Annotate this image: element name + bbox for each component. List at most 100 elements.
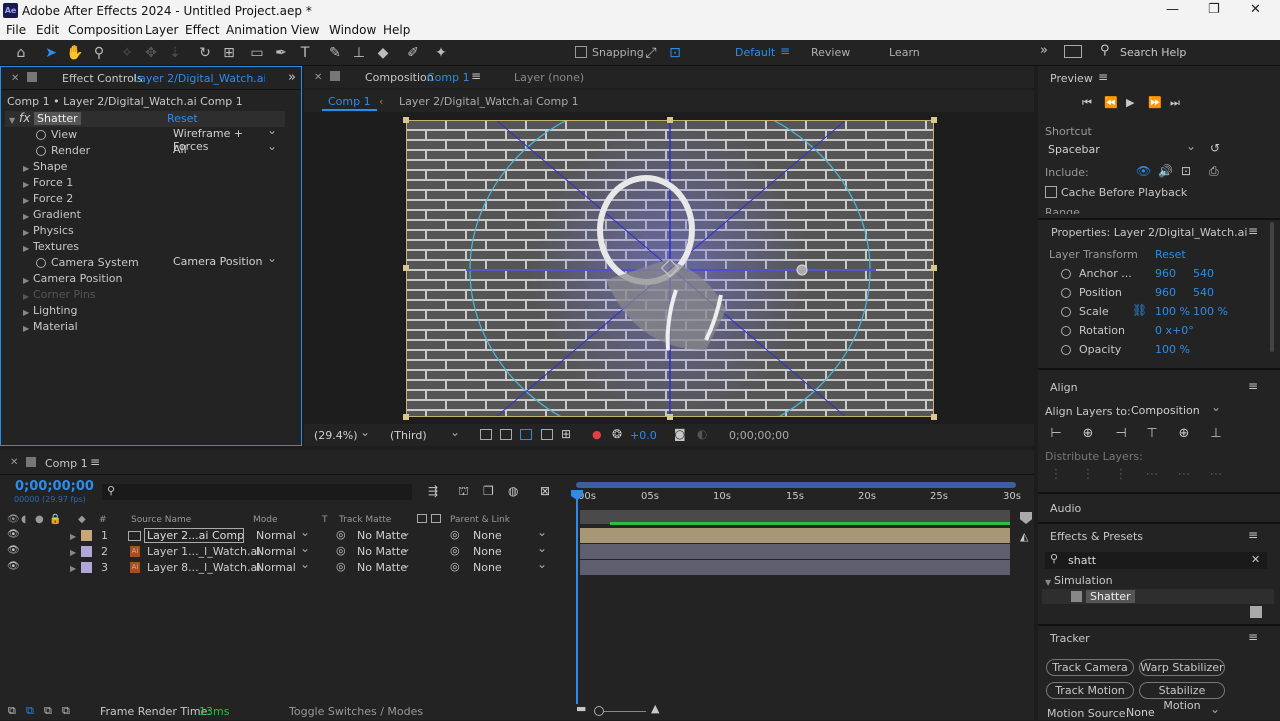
layer-bar[interactable] [580,560,1010,575]
expand-triangle-icon[interactable]: ▶ [23,180,29,189]
eraser-tool-icon[interactable]: ◆ [374,44,392,62]
distribute-vcenter-icon[interactable]: ⋯ [1177,468,1191,482]
zoom-slider-handle[interactable] [594,706,604,716]
panel-menu-icon[interactable]: ≡ [1248,528,1258,542]
stopwatch-icon[interactable] [1061,288,1071,298]
distribute-right-icon[interactable]: ⋮ [1114,468,1128,482]
time-ruler[interactable]: 00s 05s 10s 15s 20s 25s 30s [576,490,1021,508]
pan-camera-icon[interactable]: ✥ [142,44,160,62]
close-tab-icon[interactable]: ✕ [314,72,322,83]
composition-tab[interactable]: Composition [365,71,434,84]
workspace-menu-icon[interactable]: ≡ [780,44,790,58]
hand-tool-icon[interactable]: ✋ [66,44,84,62]
playhead[interactable] [576,494,578,704]
zoom-tool-icon[interactable]: ⚲ [90,44,108,62]
first-frame-icon[interactable]: ⏮ [1082,96,1092,110]
effect-controls-tab[interactable]: Effect Controls [62,72,143,85]
snapping-checkbox[interactable] [575,46,587,58]
opacity-value[interactable]: 100 % [1155,343,1190,356]
expand-triangle-icon[interactable]: ▶ [23,324,29,333]
align-right-icon[interactable]: ⊣ [1114,427,1128,441]
align-to-dropdown[interactable]: Composition [1131,400,1223,419]
close-tab-icon[interactable]: ✕ [10,457,18,468]
group-lighting[interactable]: Lighting [33,304,77,317]
fx-badge[interactable]: fx [19,111,30,125]
guides-icon[interactable] [541,429,553,440]
previous-frame-icon[interactable]: ⏪ [1104,96,1118,109]
table-row[interactable]: 👁 ▶ 2 Ai Layer 1..._l_Watch.ai Normal ◎ … [0,541,575,560]
selection-tool-icon[interactable]: ➤ [42,44,60,62]
group-force-2[interactable]: Force 2 [33,192,73,205]
view-dropdown[interactable]: Wireframe + Forces [173,123,279,153]
resolution-dropdown[interactable]: (Third) [390,425,462,444]
position-x-value[interactable]: 960 [1155,286,1176,299]
frame-blending-icon[interactable]: ◍ [508,484,518,498]
menu-edit[interactable]: Edit [36,23,59,37]
snap-grid-icon[interactable]: ⊡ [666,44,684,62]
composition-tab-target[interactable]: Comp 1 [427,71,470,84]
collapse-triangle-icon[interactable]: ▼ [9,116,15,125]
parent-pickwhip-icon[interactable]: ◎ [450,560,460,573]
transform-handle[interactable] [931,414,937,420]
table-row[interactable]: 👁 ▶ 1 Layer 2...ai Comp 1 Normal ◎ No Ma… [0,525,575,544]
camera-system-dropdown[interactable]: Camera Position [173,251,279,270]
layer-name[interactable]: Layer 8..._l_Watch.ai [147,561,260,574]
expand-triangle-icon[interactable]: ▶ [23,228,29,237]
distribute-hcenter-icon[interactable]: ⋮ [1081,468,1095,482]
motion-source-dropdown[interactable]: None [1126,702,1222,721]
layer-name-input[interactable]: Layer 2...ai Comp 1 [144,528,244,543]
matte-pickwhip-icon[interactable]: ◎ [336,528,346,541]
group-gradient[interactable]: Gradient [33,208,81,221]
menu-layer[interactable]: Layer [145,23,178,37]
stopwatch-icon[interactable] [1061,307,1071,317]
align-hcenter-icon[interactable]: ⊕ [1081,427,1095,441]
scale-x-value[interactable]: 100 % [1155,305,1190,318]
include-video-icon[interactable]: 👁 [1136,164,1151,178]
transform-handle[interactable] [403,414,409,420]
align-top-icon[interactable]: ⊤ [1145,427,1159,441]
comp-marker-icon[interactable]: ◭ [1020,530,1028,543]
layer-bar[interactable] [580,544,1010,559]
in-out-icon[interactable]: ⧉ [44,704,52,718]
close-icon[interactable]: ✕ [1250,2,1261,17]
exposure-value[interactable]: +0.0 [630,429,657,442]
stopwatch-icon[interactable] [1061,345,1071,355]
clear-search-icon[interactable]: ✕ [1251,553,1260,566]
roto-brush-icon[interactable]: ✐ [404,44,422,62]
close-tab-icon[interactable]: ✕ [11,73,19,84]
pen-tool-icon[interactable]: ✒ [272,44,290,62]
menu-file[interactable]: File [6,23,26,37]
expand-triangle-icon[interactable]: ▶ [70,532,76,541]
eye-icon[interactable]: 👁 [7,561,20,572]
panel-menu-icon[interactable]: ≡ [1248,379,1258,393]
expand-triangle-icon[interactable]: ▶ [23,212,29,221]
group-textures[interactable]: Textures [33,240,79,253]
transform-handle[interactable] [667,117,673,123]
label-color-swatch[interactable] [81,562,92,573]
dolly-camera-icon[interactable]: ⇣ [166,44,184,62]
zoom-out-icon[interactable]: ▬ [576,702,586,715]
include-audio-icon[interactable]: 🔊 [1158,164,1173,178]
chevrons-right-icon[interactable]: » [1040,43,1048,58]
constrain-proportions-icon[interactable]: ⛓ [1132,303,1147,317]
last-frame-icon[interactable]: ⏭ [1170,96,1180,110]
stopwatch-icon[interactable] [1061,326,1071,336]
group-force-1[interactable]: Force 1 [33,176,73,189]
panel-menu-icon[interactable]: ≡ [1098,70,1108,84]
parent-pickwhip-icon[interactable]: ◎ [450,528,460,541]
effect-controls-target[interactable]: Layer 2/Digital_Watch.ai Co [133,72,265,85]
properties-scrollbar[interactable] [1270,222,1274,352]
stopwatch-icon[interactable] [1061,269,1071,279]
snap-icon[interactable]: ⤢ [642,44,660,62]
viewer-timecode[interactable]: 0;00;00;00 [729,429,789,442]
transparency-grid-icon[interactable] [500,429,512,440]
warp-stabilizer-button[interactable]: Warp Stabilizer [1139,659,1225,676]
transform-handle[interactable] [403,117,409,123]
anchor-x-value[interactable]: 960 [1155,267,1176,280]
track-matte-dropdown[interactable]: No Matte [357,557,413,576]
search-help[interactable]: Search Help [1120,46,1186,59]
expand-triangle-icon[interactable]: ▶ [70,548,76,557]
play-icon[interactable]: ▶ [1126,96,1134,109]
group-physics[interactable]: Physics [33,224,74,237]
minimize-icon[interactable]: — [1166,2,1179,17]
